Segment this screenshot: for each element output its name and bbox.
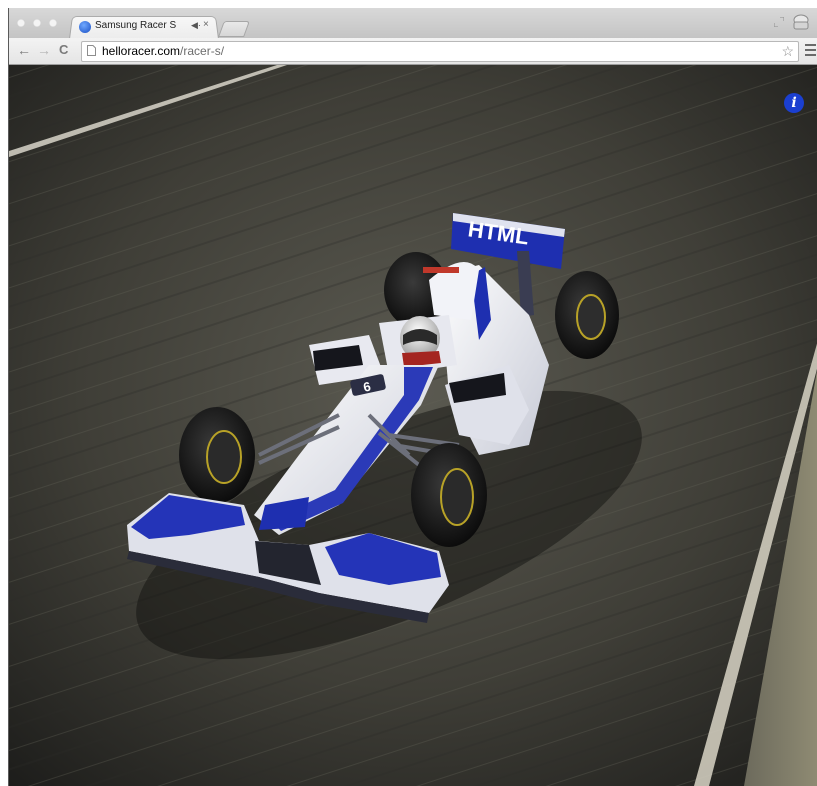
tab-title: Samsung Racer S bbox=[95, 20, 177, 31]
samsung-racer-favicon-icon bbox=[79, 21, 91, 33]
address-bar[interactable]: helloracer.com/racer-s/ ☆ bbox=[81, 41, 799, 62]
forward-arrow-icon[interactable]: → bbox=[37, 42, 51, 58]
back-arrow-icon[interactable]: ← bbox=[17, 42, 31, 58]
fullscreen-icon[interactable] bbox=[774, 17, 784, 27]
url-text[interactable]: helloracer.com/racer-s/ bbox=[102, 44, 224, 58]
window-close-button[interactable] bbox=[17, 19, 25, 27]
race-scene: HTML 6 bbox=[9, 65, 817, 786]
tab-close-icon[interactable]: × bbox=[203, 19, 209, 30]
window-minimize-button[interactable] bbox=[33, 19, 41, 27]
url-host: helloracer.com bbox=[102, 44, 181, 58]
game-viewport[interactable]: HTML 6 i bbox=[9, 65, 817, 786]
tab-samsung-racer[interactable]: Samsung Racer S ◀· × bbox=[69, 16, 217, 38]
info-button[interactable]: i bbox=[784, 93, 804, 113]
window-zoom-button[interactable] bbox=[49, 19, 57, 27]
reload-icon[interactable]: C bbox=[59, 42, 68, 58]
browser-toolbar: ← → C helloracer.com/racer-s/ ☆ bbox=[9, 38, 817, 65]
page-icon bbox=[87, 45, 96, 56]
new-tab-button[interactable] bbox=[218, 21, 250, 37]
bookmark-star-icon[interactable]: ☆ bbox=[781, 43, 794, 59]
tab-strip: Samsung Racer S ◀· × bbox=[9, 8, 817, 39]
chrome-menu-icon[interactable] bbox=[805, 44, 816, 56]
speaker-icon[interactable]: ◀· bbox=[191, 20, 201, 31]
profile-icon[interactable] bbox=[790, 13, 812, 33]
url-path: /racer-s/ bbox=[180, 44, 225, 58]
browser-window: Samsung Racer S ◀· × ← → C helloracer.co… bbox=[8, 8, 817, 786]
